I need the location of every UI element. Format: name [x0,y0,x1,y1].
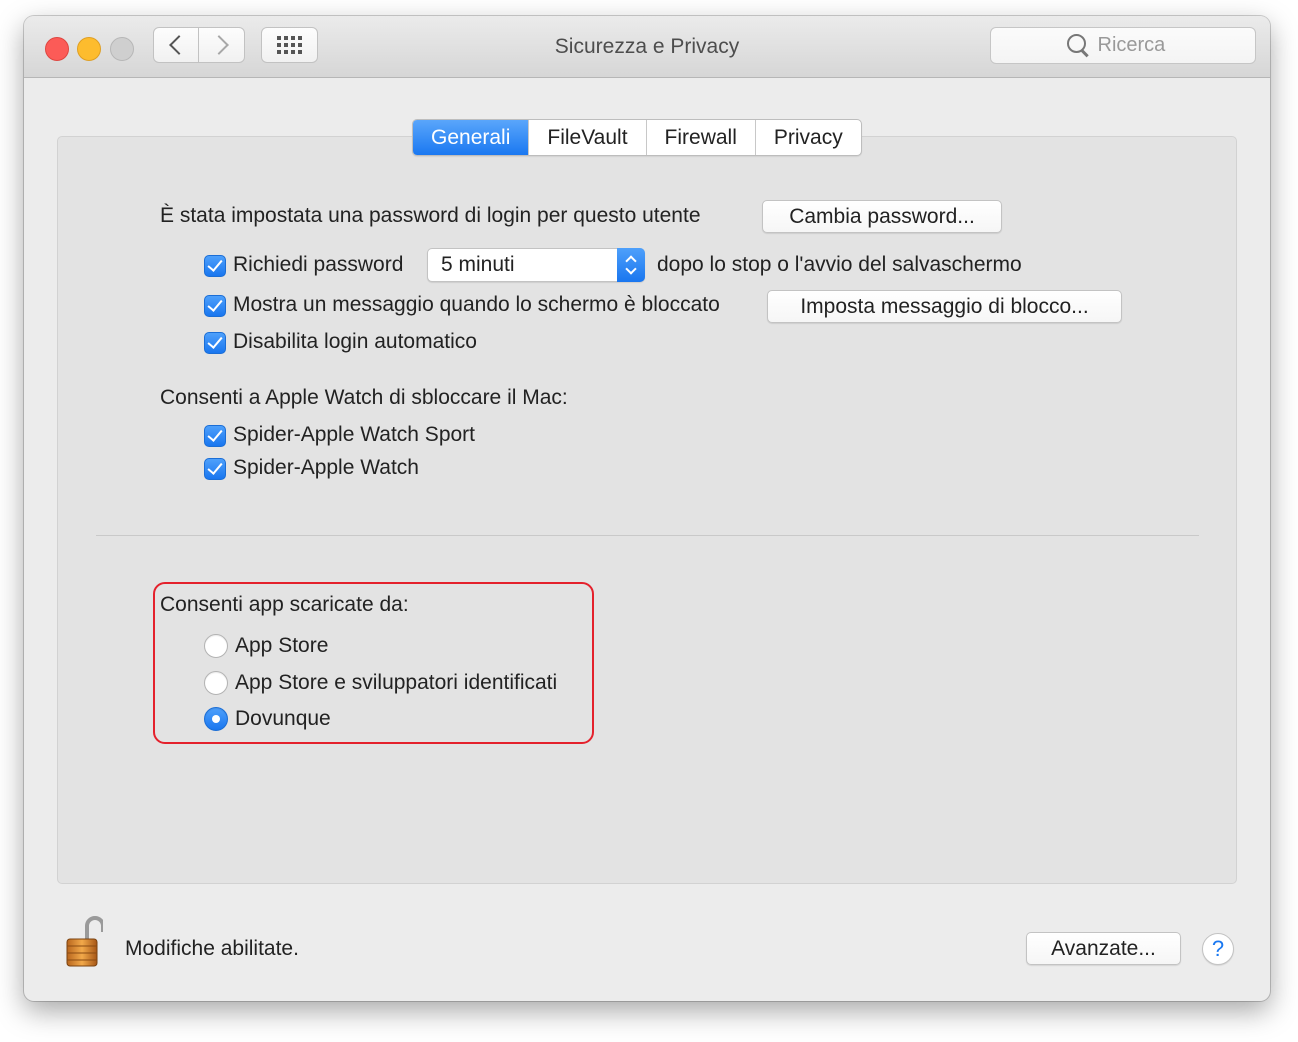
stepper-arrows-icon [617,248,645,282]
radio-app-store-label: App Store [235,634,329,657]
preferences-window: Sicurezza e Privacy Generali FileVault F… [24,16,1270,1001]
section-divider [96,535,1199,536]
allow-apps-heading: Consenti app scaricate da: [160,593,409,616]
change-password-button[interactable]: Cambia password... [762,200,1002,233]
password-delay-value: 5 minuti [441,253,515,276]
status-text: Modifiche abilitate. [125,937,299,960]
radio-app-store-identified-label: App Store e sviluppatori identificati [235,671,558,694]
watch-sport-checkbox[interactable] [204,425,226,447]
require-password-suffix: dopo lo stop o l'avvio del salvaschermo [657,253,1022,276]
tab-bar: Generali FileVault Firewall Privacy [412,119,862,156]
disable-autologin-label: Disabilita login automatico [233,330,477,353]
tab-firewall[interactable]: Firewall [645,120,755,155]
search-field[interactable] [990,27,1256,64]
search-input[interactable] [1095,33,1180,58]
disable-autologin-checkbox[interactable] [204,332,226,354]
tab-filevault[interactable]: FileVault [528,120,645,155]
require-password-checkbox[interactable] [204,255,226,277]
unlocked-lock-icon[interactable] [65,914,103,968]
search-icon [1066,34,1086,53]
show-message-label: Mostra un messaggio quando lo schermo è … [233,293,720,316]
radio-app-store[interactable] [204,634,228,658]
content-panel [57,136,1237,884]
title-bar: Sicurezza e Privacy [24,16,1270,78]
set-lock-message-button[interactable]: Imposta messaggio di blocco... [767,290,1122,323]
apple-watch-heading: Consenti a Apple Watch di sbloccare il M… [160,386,568,409]
watch-label: Spider-Apple Watch [233,456,419,479]
password-delay-popup[interactable]: 5 minuti [427,248,645,282]
radio-anywhere[interactable] [204,707,228,731]
advanced-button[interactable]: Avanzate... [1026,932,1181,965]
show-message-checkbox[interactable] [204,295,226,317]
tab-generali[interactable]: Generali [413,120,529,155]
radio-anywhere-label: Dovunque [235,707,331,730]
watch-checkbox[interactable] [204,458,226,480]
login-password-text: È stata impostata una password di login … [160,204,701,227]
radio-app-store-identified[interactable] [204,671,228,695]
help-button[interactable]: ? [1202,933,1234,965]
tab-privacy[interactable]: Privacy [754,120,861,155]
require-password-label: Richiedi password [233,253,404,276]
watch-sport-label: Spider-Apple Watch Sport [233,423,476,446]
